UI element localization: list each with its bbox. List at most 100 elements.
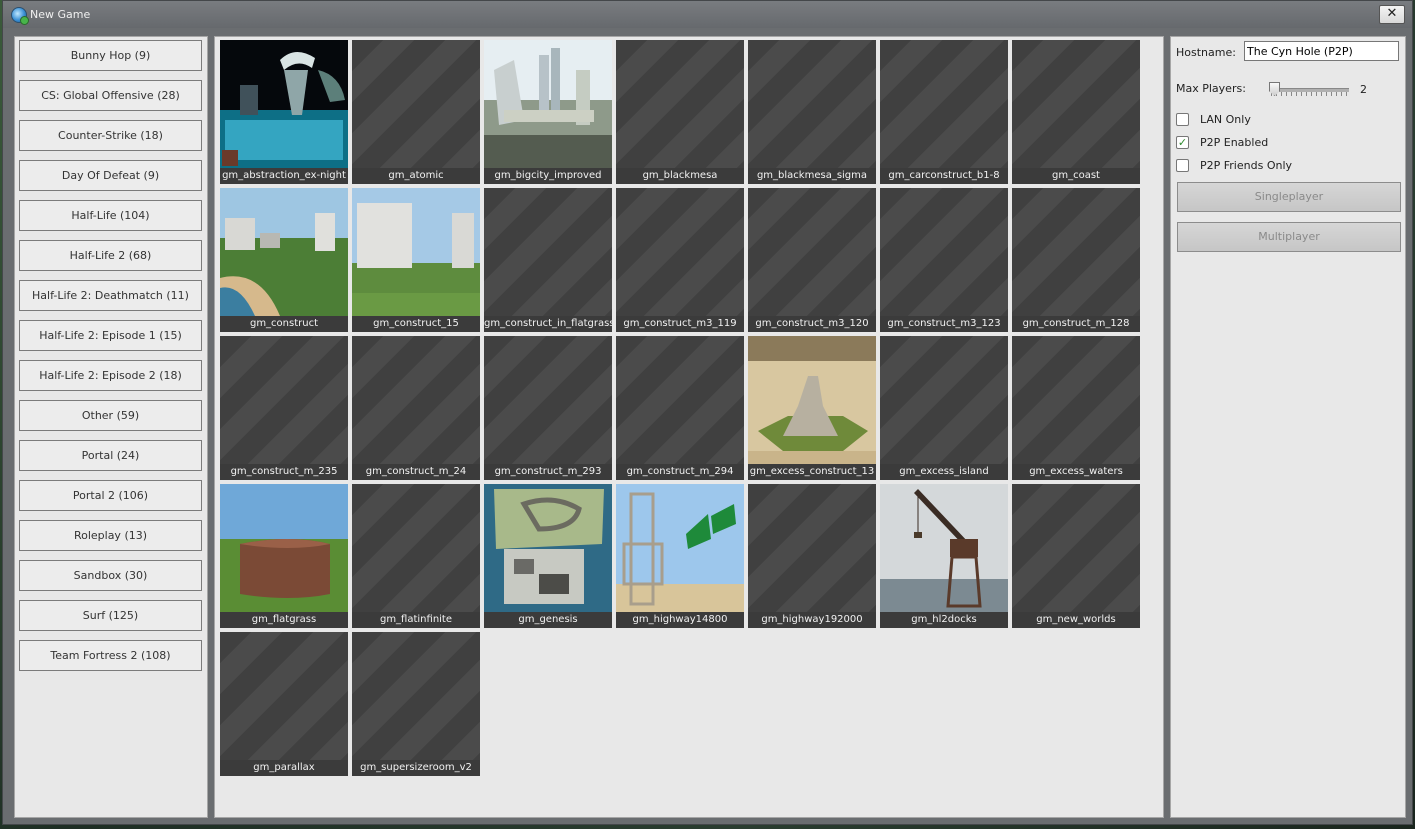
map-tile[interactable]: gm_new_worlds (1012, 484, 1140, 628)
map-placeholder-pattern (748, 484, 876, 628)
p2p-friends-only-checkbox[interactable] (1176, 159, 1189, 172)
map-name: gm_parallax (220, 760, 348, 776)
map-name: gm_excess_island (880, 464, 1008, 480)
max-players-label: Max Players: (1176, 82, 1246, 95)
map-tile[interactable]: gm_blackmesa (616, 40, 744, 184)
p2p-enabled-checkbox[interactable]: ✓ (1176, 136, 1189, 149)
map-thumbnail (220, 188, 348, 316)
map-placeholder-pattern (352, 632, 480, 776)
map-tile[interactable]: gm_supersizeroom_v2 (352, 632, 480, 776)
map-tile[interactable]: gm_highway14800 (616, 484, 744, 628)
map-placeholder-pattern (1012, 484, 1140, 628)
map-name: gm_new_worlds (1012, 612, 1140, 628)
map-name: gm_flatgrass (220, 612, 348, 628)
map-tile[interactable]: gm_construct_m_235 (220, 336, 348, 480)
map-tile[interactable]: gm_flatgrass (220, 484, 348, 628)
category-button[interactable]: CS: Global Offensive (28) (19, 80, 202, 111)
map-name: gm_construct_m3_119 (616, 316, 744, 332)
max-players-slider-ticks (1271, 92, 1349, 96)
map-tile[interactable]: gm_blackmesa_sigma (748, 40, 876, 184)
map-name: gm_construct (220, 316, 348, 332)
category-button[interactable]: Counter-Strike (18) (19, 120, 202, 151)
category-button[interactable]: Portal 2 (106) (19, 480, 202, 511)
map-name: gm_blackmesa_sigma (748, 168, 876, 184)
map-tile[interactable]: gm_construct_15 (352, 188, 480, 332)
server-settings-panel: Hostname: Max Players: 2 LAN Only ✓ P2P … (1170, 36, 1406, 818)
map-name: gm_construct_in_flatgrass (484, 316, 612, 332)
map-name: gm_coast (1012, 168, 1140, 184)
map-tile[interactable]: gm_parallax (220, 632, 348, 776)
hostname-label: Hostname: (1176, 46, 1236, 59)
map-name: gm_construct_m_294 (616, 464, 744, 480)
map-placeholder-pattern (352, 484, 480, 628)
map-tile[interactable]: gm_carconstruct_b1-8 (880, 40, 1008, 184)
map-name: gm_construct_m_293 (484, 464, 612, 480)
map-tile[interactable]: gm_genesis (484, 484, 612, 628)
map-tile[interactable]: gm_construct_m3_123 (880, 188, 1008, 332)
map-thumbnail (220, 484, 348, 612)
map-placeholder-pattern (220, 632, 348, 776)
category-button[interactable]: Roleplay (13) (19, 520, 202, 551)
map-placeholder-pattern (220, 336, 348, 480)
category-button[interactable]: Sandbox (30) (19, 560, 202, 591)
map-tile[interactable]: gm_abstraction_ex-night (220, 40, 348, 184)
map-tile[interactable]: gm_excess_island (880, 336, 1008, 480)
category-button[interactable]: Half-Life (104) (19, 200, 202, 231)
map-tile[interactable]: gm_bigcity_improved (484, 40, 612, 184)
category-button[interactable]: Team Fortress 2 (108) (19, 640, 202, 671)
singleplayer-button[interactable]: Singleplayer (1177, 182, 1401, 212)
map-tile[interactable]: gm_construct (220, 188, 348, 332)
map-placeholder-pattern (616, 336, 744, 480)
map-name: gm_construct_m_128 (1012, 316, 1140, 332)
category-button[interactable]: Half-Life 2 (68) (19, 240, 202, 271)
multiplayer-button[interactable]: Multiplayer (1177, 222, 1401, 252)
map-name: gm_highway192000 (748, 612, 876, 628)
map-tile[interactable]: gm_construct_m3_120 (748, 188, 876, 332)
map-tile[interactable]: gm_construct_m_293 (484, 336, 612, 480)
category-button[interactable]: Bunny Hop (9) (19, 40, 202, 71)
map-tile[interactable]: gm_coast (1012, 40, 1140, 184)
map-name: gm_carconstruct_b1-8 (880, 168, 1008, 184)
map-name: gm_highway14800 (616, 612, 744, 628)
map-placeholder-pattern (880, 188, 1008, 332)
map-placeholder-pattern (1012, 188, 1140, 332)
map-grid: gm_abstraction_ex-night gm_atomic gm_bigc… (214, 36, 1164, 818)
category-button[interactable]: Surf (125) (19, 600, 202, 631)
map-placeholder-pattern (880, 40, 1008, 184)
lan-only-checkbox[interactable] (1176, 113, 1189, 126)
map-tile[interactable]: gm_construct_m_294 (616, 336, 744, 480)
map-tile[interactable]: gm_construct_in_flatgrass (484, 188, 612, 332)
map-name: gm_excess_waters (1012, 464, 1140, 480)
map-tile[interactable]: gm_construct_m_128 (1012, 188, 1140, 332)
map-tile[interactable]: gm_hl2docks (880, 484, 1008, 628)
map-tile[interactable]: gm_construct_m3_119 (616, 188, 744, 332)
map-name: gm_construct_m_24 (352, 464, 480, 480)
category-button[interactable]: Half-Life 2: Episode 1 (15) (19, 320, 202, 351)
map-tile[interactable]: gm_atomic (352, 40, 480, 184)
map-tile[interactable]: gm_flatinfinite (352, 484, 480, 628)
lan-only-label: LAN Only (1200, 113, 1251, 126)
title-bar[interactable]: New Game ✕ (3, 1, 1412, 28)
map-name: gm_blackmesa (616, 168, 744, 184)
gmod-app-icon (11, 7, 29, 25)
map-tile[interactable]: gm_excess_construct_13 (748, 336, 876, 480)
map-tile[interactable]: gm_highway192000 (748, 484, 876, 628)
category-button[interactable]: Half-Life 2: Deathmatch (11) (19, 280, 202, 311)
map-tile[interactable]: gm_construct_m_24 (352, 336, 480, 480)
map-thumbnail (616, 484, 744, 612)
close-button[interactable]: ✕ (1379, 5, 1405, 24)
category-button[interactable]: Portal (24) (19, 440, 202, 471)
map-placeholder-pattern (1012, 336, 1140, 480)
map-thumbnail (484, 40, 612, 168)
hostname-input[interactable] (1244, 41, 1399, 61)
map-thumbnail (220, 40, 348, 168)
map-name: gm_construct_15 (352, 316, 480, 332)
category-button[interactable]: Half-Life 2: Episode 2 (18) (19, 360, 202, 391)
map-placeholder-pattern (352, 40, 480, 184)
category-button[interactable]: Day Of Defeat (9) (19, 160, 202, 191)
map-placeholder-pattern (616, 188, 744, 332)
map-name: gm_supersizeroom_v2 (352, 760, 480, 776)
map-name: gm_excess_construct_13 (748, 464, 876, 480)
map-tile[interactable]: gm_excess_waters (1012, 336, 1140, 480)
category-button[interactable]: Other (59) (19, 400, 202, 431)
